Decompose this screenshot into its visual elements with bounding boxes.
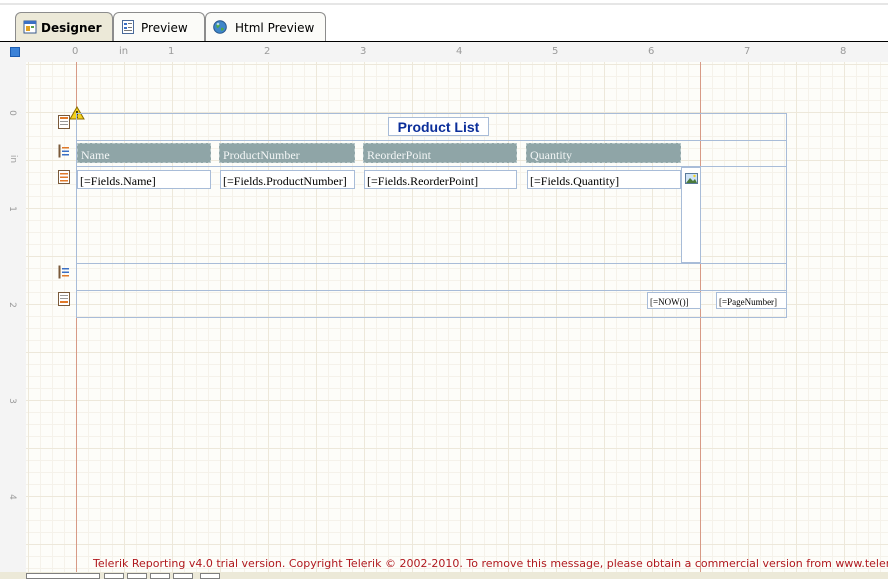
ruler-unit: in [8, 154, 19, 164]
horizontal-ruler: 0 in 1 2 3 4 5 6 7 8 [26, 42, 888, 62]
tab-strip: Designer Preview Html Preview [0, 0, 888, 42]
trial-message: Telerik Reporting v4.0 trial version. Co… [93, 557, 888, 570]
field-reorder-point[interactable]: [=Fields.ReorderPoint] [364, 170, 517, 189]
ruler-number: 2 [264, 46, 271, 57]
tab-designer-label: Designer [41, 21, 102, 35]
field-quantity[interactable]: [=Fields.Quantity] [527, 170, 681, 189]
ruler-number: 2 [6, 302, 17, 308]
footer-now-field[interactable]: [=NOW()] [647, 292, 701, 309]
ruler-number: 3 [360, 46, 367, 57]
header-cell-name[interactable]: Name [77, 143, 211, 163]
vertical-ruler: 0 in 1 2 3 4 [0, 62, 26, 579]
picture-box[interactable] [681, 167, 701, 263]
header-cell-reorder-point[interactable]: ReorderPoint [363, 143, 517, 163]
status-field[interactable] [26, 573, 100, 579]
ruler-number: 3 [6, 398, 17, 404]
status-button[interactable] [200, 573, 220, 579]
tab-designer[interactable]: Designer [15, 12, 113, 41]
field-name[interactable]: [=Fields.Name] [77, 170, 211, 189]
status-button[interactable] [173, 573, 193, 579]
preview-icon [122, 20, 134, 34]
status-button[interactable] [127, 573, 147, 579]
ruler-corner[interactable] [0, 42, 26, 62]
report-title[interactable]: Product List [388, 117, 489, 136]
select-all-icon[interactable] [10, 47, 20, 57]
image-icon [685, 173, 698, 184]
ruler-number: 0 [72, 46, 79, 57]
ruler-number: 6 [648, 46, 655, 57]
ruler-number: 7 [744, 46, 751, 57]
ruler-number: 5 [552, 46, 559, 57]
header-cell-product-number[interactable]: ProductNumber [219, 143, 355, 163]
tab-preview-label: Preview [141, 21, 188, 35]
tab-html-preview[interactable]: Html Preview [205, 12, 326, 41]
tab-html-preview-label: Html Preview [235, 21, 315, 35]
status-bar [0, 572, 888, 579]
header-cell-quantity[interactable]: Quantity [526, 143, 681, 163]
globe-icon [213, 20, 227, 34]
ruler-number: 4 [456, 46, 463, 57]
tab-preview[interactable]: Preview [113, 12, 205, 41]
ruler-unit: in [119, 46, 129, 57]
status-button[interactable] [150, 573, 170, 579]
footer-page-number-field[interactable]: [=PageNumber] [716, 292, 787, 309]
ruler-number: 4 [6, 494, 17, 500]
designer-icon [23, 20, 37, 34]
field-product-number[interactable]: [=Fields.ProductNumber] [220, 170, 355, 189]
group-footer-section-icon[interactable] [58, 265, 70, 279]
detail-section-icon[interactable] [58, 170, 70, 184]
tab-strip-top-border [0, 3, 888, 5]
group-footer-section[interactable] [76, 263, 787, 291]
page-footer-section-icon[interactable] [58, 292, 70, 306]
group-header-section-icon[interactable] [58, 144, 70, 158]
ruler-number: 1 [6, 206, 17, 212]
status-button[interactable] [104, 573, 124, 579]
ruler-number: 8 [840, 46, 847, 57]
ruler-number: 0 [6, 110, 17, 116]
ruler-number: 1 [168, 46, 175, 57]
